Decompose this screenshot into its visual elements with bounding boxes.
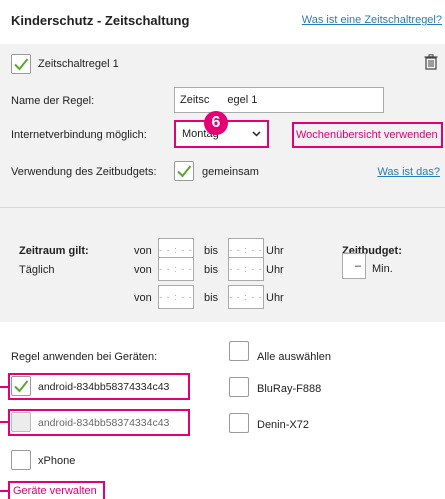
shared-budget-label: gemeinsam (202, 166, 259, 178)
rule-name-value-start: Zeitsc (180, 94, 210, 106)
select-all-label: Alle auswählen (257, 351, 331, 363)
unit-label: Uhr (266, 245, 284, 257)
budget-minutes-input[interactable]: – (342, 253, 366, 279)
device-checkbox[interactable] (11, 412, 31, 432)
from-time-input[interactable]: - - : - - (158, 285, 194, 309)
week-overview-link[interactable]: Wochenübersicht verwenden (292, 122, 443, 148)
checkmark-icon (14, 58, 29, 71)
marker-tick (0, 386, 8, 388)
manage-devices-link[interactable]: Geräte verwalten (8, 481, 105, 499)
trash-icon[interactable] (424, 54, 438, 73)
to-label: bis (204, 264, 219, 276)
rule-panel (0, 44, 445, 322)
device-checkbox[interactable] (229, 377, 249, 397)
from-label: von (134, 264, 152, 276)
from-label: von (134, 245, 152, 257)
minutes-label: Min. (372, 263, 393, 275)
checkmark-icon (14, 380, 29, 393)
marker-tick (0, 421, 8, 423)
rule-name-field[interactable]: Zeitsc egel 1 (174, 87, 384, 113)
rule-name-value-end: egel 1 (227, 94, 258, 106)
marker-tick (0, 490, 8, 492)
device-label: Denin-X72 (257, 419, 309, 431)
chevron-down-icon (252, 131, 261, 137)
device-checkbox[interactable] (11, 376, 31, 396)
internet-label: Internetverbindung möglich: (11, 129, 147, 141)
rule-name-label: Name der Regel: (11, 95, 95, 107)
checkmark-icon (177, 165, 192, 178)
period-header: Zeitraum gilt: (19, 245, 89, 257)
help-link[interactable]: Was ist eine Zeitschaltregel? (302, 14, 442, 26)
device-label: android-834bb58374334c43 (38, 381, 170, 393)
device-checkbox[interactable] (229, 413, 249, 433)
to-label: bis (204, 292, 219, 304)
to-label: bis (204, 245, 219, 257)
budget-usage-label: Verwendung des Zeitbudgets: (11, 166, 157, 178)
device-label: android-834bb58374334c43 (38, 417, 170, 429)
device-label: xPhone (38, 455, 76, 467)
shared-budget-checkbox[interactable] (174, 161, 194, 181)
device-label: BluRay-F888 (257, 383, 322, 395)
device-checkbox[interactable] (11, 450, 31, 470)
divider (0, 207, 445, 208)
from-time-input[interactable]: - - : - - (158, 257, 194, 281)
to-time-input[interactable]: - - : - - (228, 257, 264, 281)
select-all-checkbox[interactable] (229, 341, 249, 361)
daily-label: Täglich (19, 264, 55, 276)
header: Kinderschutz - Zeitschaltung Was ist ein… (0, 0, 445, 40)
from-label: von (134, 292, 152, 304)
budget-help-link[interactable]: Was ist das? (377, 166, 440, 178)
unit-label: Uhr (266, 292, 284, 304)
to-time-input[interactable]: - - : - - (228, 285, 264, 309)
page-title: Kinderschutz - Zeitschaltung (11, 13, 190, 28)
rule-enable-checkbox[interactable] (11, 54, 31, 74)
rule-title: Zeitschaltregel 1 (38, 58, 119, 70)
devices-label: Regel anwenden bei Geräten: (11, 351, 158, 363)
step-badge: 6 (204, 111, 228, 135)
unit-label: Uhr (266, 264, 284, 276)
